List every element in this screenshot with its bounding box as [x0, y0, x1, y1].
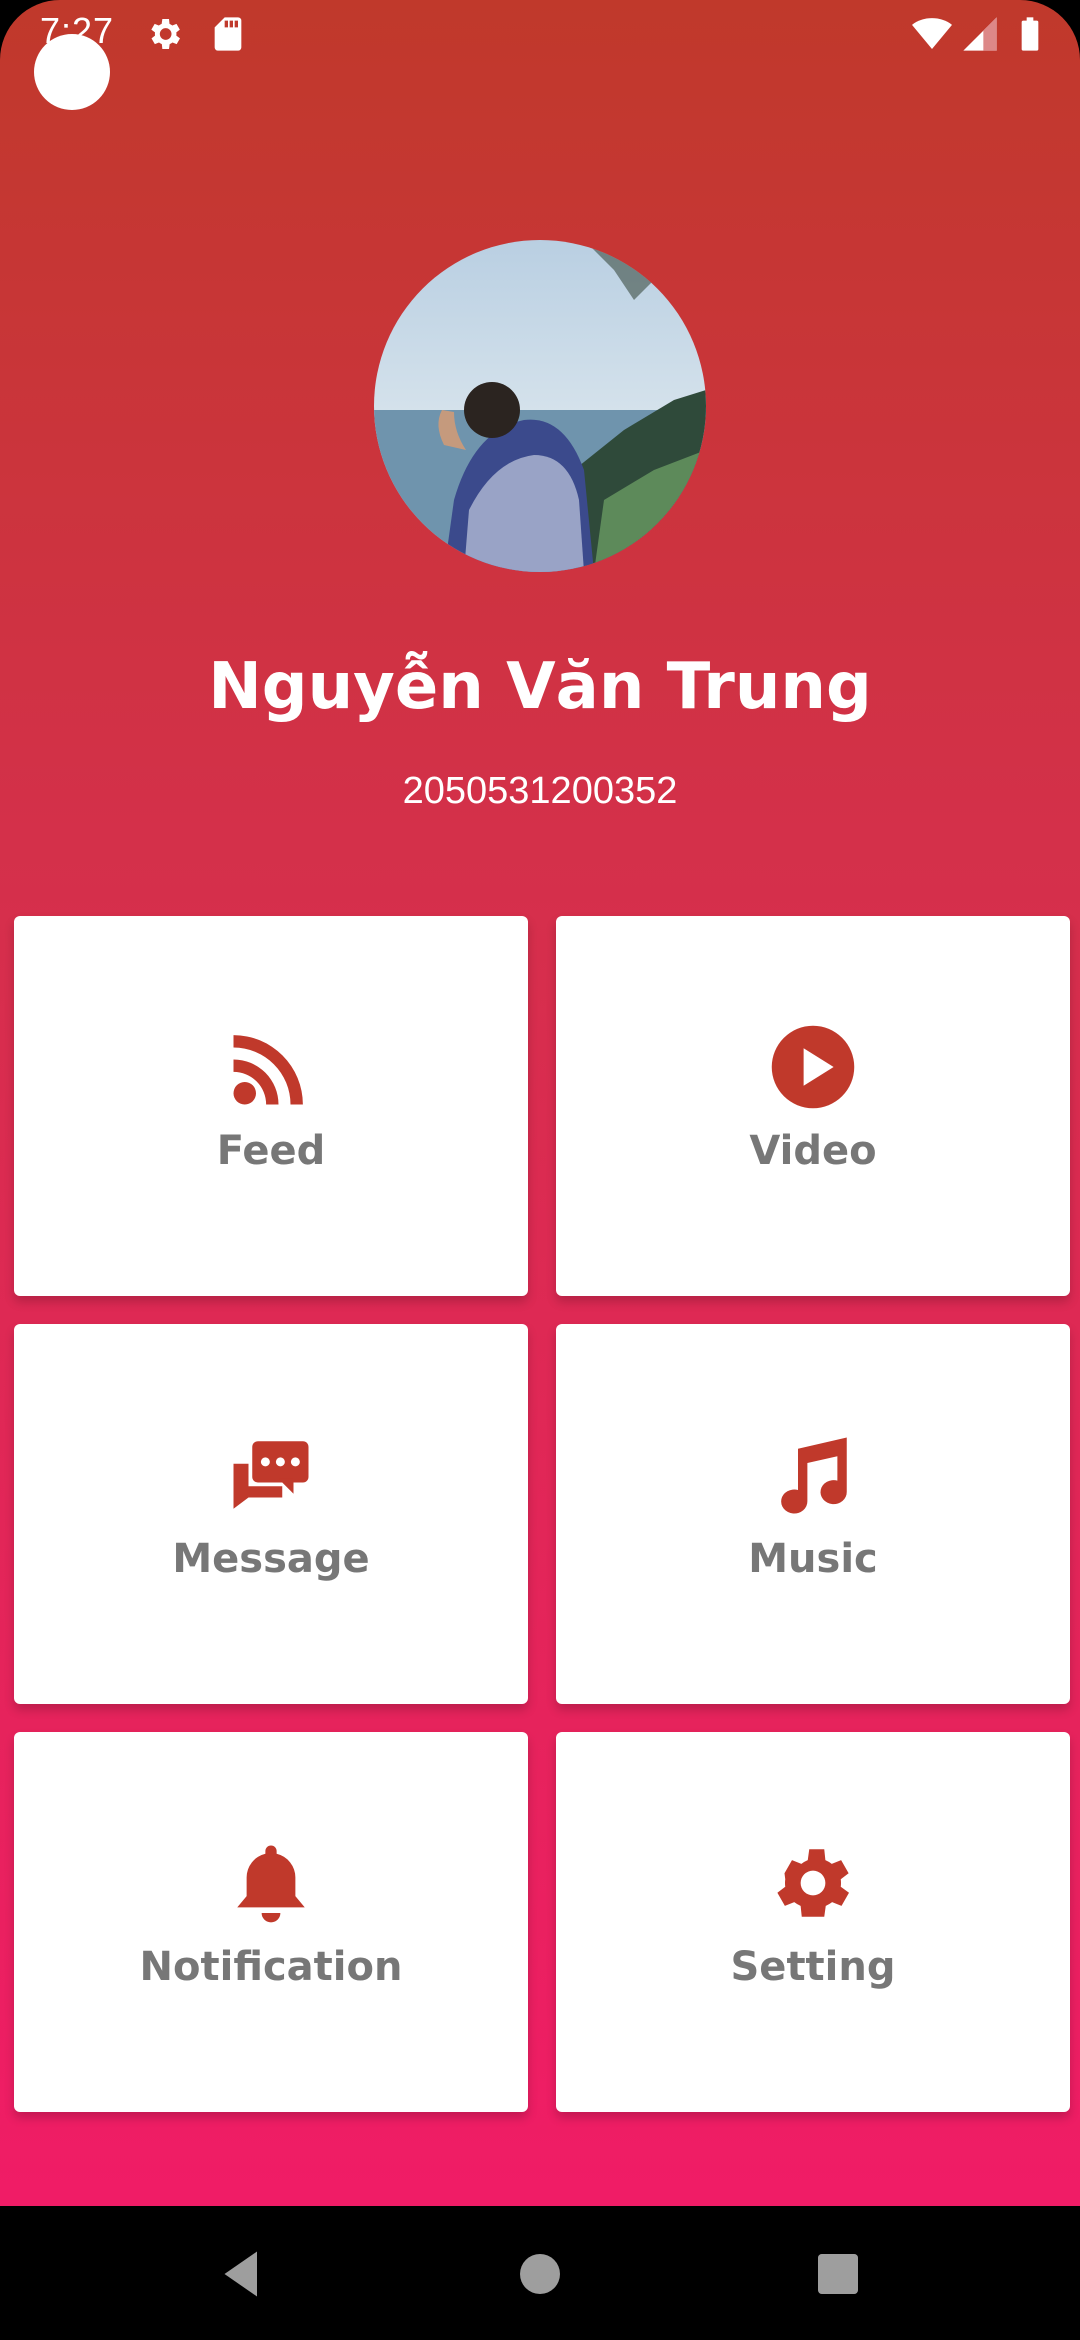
rss-icon	[226, 1022, 316, 1112]
profile-screen: 7:27 Nguyễn Văn Trung 2050531200352 Feed…	[0, 0, 1080, 2206]
music-tile[interactable]: Music	[556, 1324, 1070, 1704]
chat-bubbles-icon	[226, 1430, 316, 1520]
feed-label: Feed	[216, 1128, 326, 1174]
camera-cutout	[34, 34, 110, 110]
music-note-icon	[768, 1430, 858, 1520]
navigation-bar	[0, 2206, 1080, 2340]
wifi-icon	[912, 14, 952, 54]
home-icon[interactable]	[510, 2244, 570, 2304]
notification-tile[interactable]: Notification	[14, 1732, 528, 2112]
video-label: Video	[749, 1128, 877, 1174]
music-label: Music	[748, 1536, 878, 1582]
recents-icon[interactable]	[808, 2244, 868, 2304]
setting-tile[interactable]: Setting	[556, 1732, 1070, 2112]
student-id: 2050531200352	[402, 770, 678, 812]
gear-icon	[768, 1838, 858, 1928]
battery-icon	[1010, 14, 1050, 54]
status-bar: 7:27	[0, 0, 1080, 64]
gear-icon	[144, 14, 184, 54]
back-icon[interactable]	[212, 2244, 272, 2304]
sd-card-icon	[208, 14, 248, 54]
feed-tile[interactable]: Feed	[14, 916, 528, 1296]
signal-icon	[960, 14, 1000, 54]
phone-frame: 7:27 Nguyễn Văn Trung 2050531200352 Feed…	[0, 0, 1080, 2340]
bell-icon	[226, 1838, 316, 1928]
message-tile[interactable]: Message	[14, 1324, 528, 1704]
setting-label: Setting	[730, 1944, 896, 1990]
play-circle-icon	[768, 1022, 858, 1112]
avatar-photo	[374, 240, 706, 572]
profile-name: Nguyễn Văn Trung	[208, 650, 872, 724]
notification-label: Notification	[139, 1944, 403, 1990]
avatar[interactable]	[374, 240, 706, 572]
message-label: Message	[172, 1536, 370, 1582]
video-tile[interactable]: Video	[556, 916, 1070, 1296]
